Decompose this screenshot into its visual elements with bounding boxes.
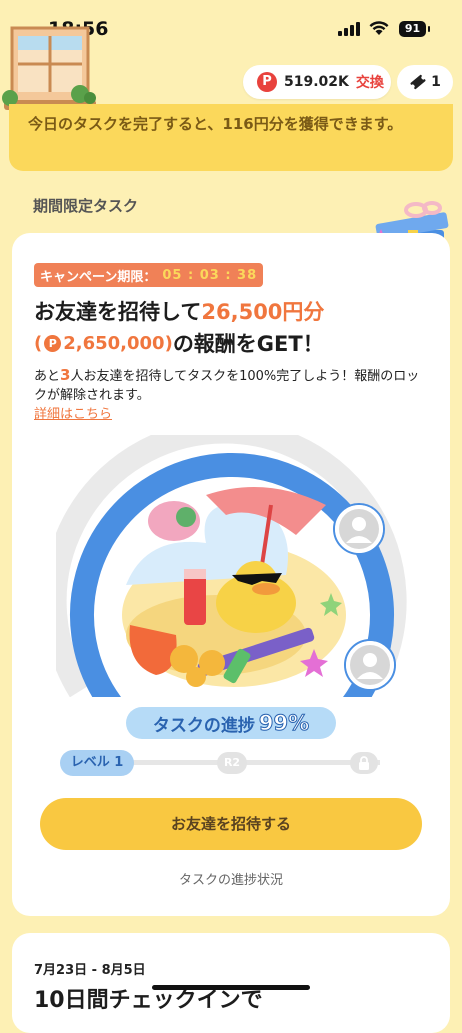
friend-avatar-slot-2: [344, 639, 396, 691]
battery-icon: 91: [399, 21, 430, 37]
progress-label: タスクの進捗: [152, 715, 255, 736]
task-progress-badge: タスクの進捗 99%: [126, 707, 336, 739]
campaign-headline-points: ( P 2,650,000) の報酬をGET！: [34, 332, 324, 356]
ticket-icon: [410, 74, 426, 90]
daily-info-text: 今日のタスクを完了すると、116円分を獲得できます。: [28, 115, 403, 133]
checkin-date-range: 7月23日 - 8月5日: [34, 963, 146, 978]
friend-avatar-slot-1: [333, 503, 385, 555]
reward-points: 2,650,000): [63, 332, 173, 354]
campaign-headline: お友達を招待して26,500円分: [34, 300, 325, 324]
campaign-description: あと3人お友達を招待してタスクを100%完了しよう！報酬のロックが解除されます。: [34, 366, 420, 403]
points-balance: 519.02K: [284, 74, 349, 90]
progress-value: 99%: [258, 711, 310, 736]
timer-label: キャンペーン期限：: [40, 269, 157, 285]
ticket-count: 1: [431, 74, 441, 90]
beach-illustration: [122, 487, 346, 687]
points-balance-button[interactable]: P 519.02K 交換: [243, 65, 391, 99]
progress-ring-area: [42, 419, 408, 756]
ticket-button[interactable]: 1: [397, 65, 453, 99]
timer-value: 05 : 03 : 38: [162, 267, 258, 283]
level-1-badge: レベル 1: [60, 750, 134, 776]
campaign-timer: キャンペーン期限： 05 : 03 : 38: [34, 263, 264, 287]
points-coin-icon: P: [44, 334, 62, 352]
section-title: 期間限定タスク: [33, 197, 139, 215]
invite-friends-button[interactable]: お友達を招待する: [40, 798, 422, 850]
points-coin-icon: P: [257, 72, 277, 92]
reward-amount: 26,500円分: [201, 300, 325, 324]
wifi-icon: [369, 21, 389, 35]
home-indicator: [152, 985, 310, 990]
task-status-link[interactable]: タスクの進捗状況: [0, 869, 462, 888]
cellular-signal-icon: [338, 22, 360, 36]
level-2-badge: R2: [217, 752, 247, 774]
exchange-link[interactable]: 交換: [356, 72, 384, 92]
details-link[interactable]: 詳細はこちら: [34, 403, 112, 422]
lock-icon: [350, 752, 378, 774]
